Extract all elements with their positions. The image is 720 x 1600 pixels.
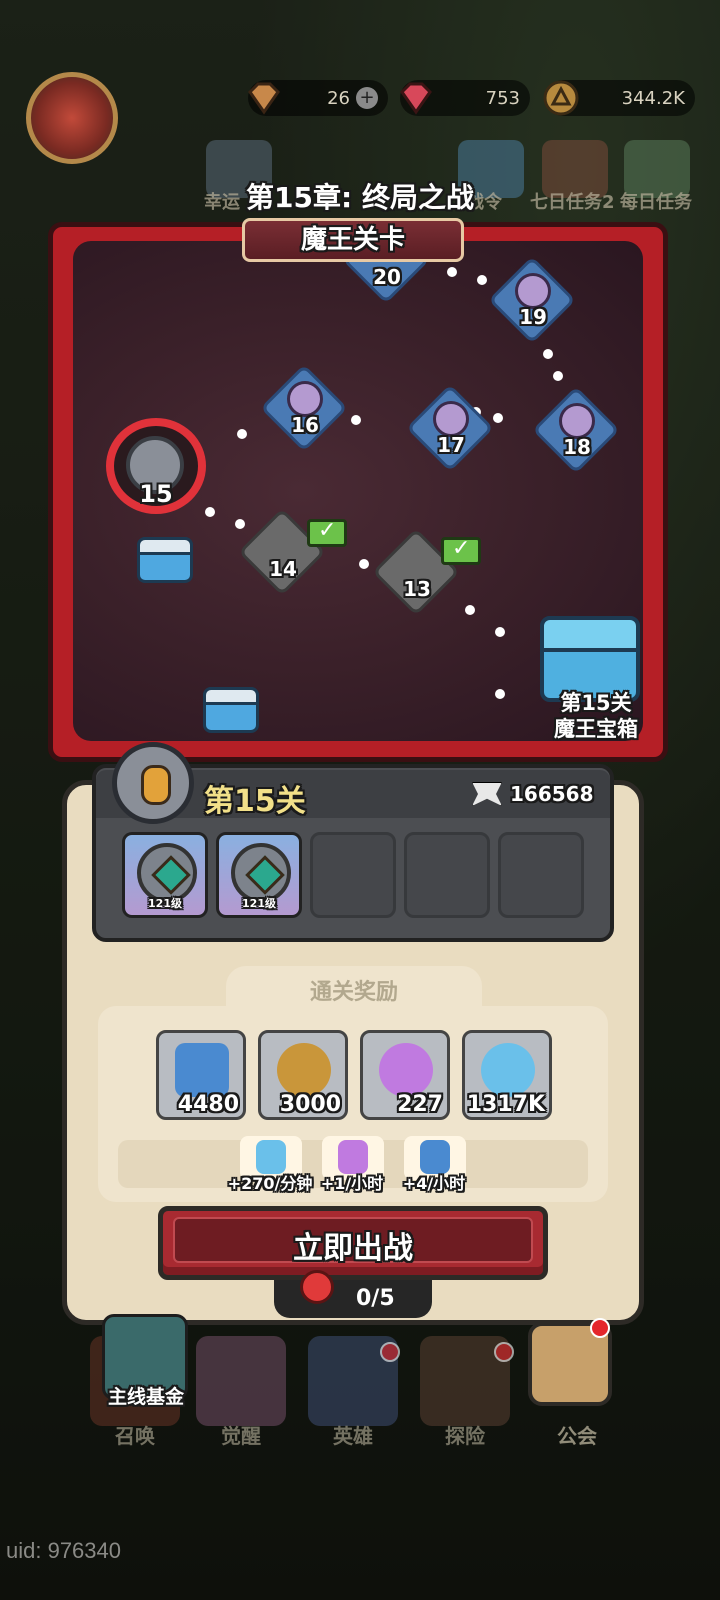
gem-icon	[248, 82, 280, 115]
start-battle-label: 立即出战	[293, 1231, 413, 1266]
reward-item-purple-potion[interactable]: 227	[360, 1030, 450, 1120]
path-dot	[447, 267, 457, 277]
boss-chest-name: 魔王宝箱	[554, 717, 638, 741]
cleared-flag-icon	[441, 536, 481, 565]
crystal-icon	[420, 1140, 450, 1174]
path-dot	[553, 371, 563, 381]
gear-enemy-icon	[137, 843, 197, 903]
coin-icon	[277, 1043, 331, 1097]
path-dot	[477, 275, 487, 285]
enemy-slot-empty	[404, 832, 490, 918]
demon-face-icon	[559, 403, 595, 439]
demon-face-icon	[515, 273, 551, 309]
reward-item-blue-potion[interactable]: 1317K	[462, 1030, 552, 1120]
nav-awaken[interactable]	[196, 1336, 286, 1426]
stage-node-17[interactable]: 17	[406, 384, 494, 472]
path-dot	[465, 605, 475, 615]
explore-notification-dot	[494, 1342, 514, 1362]
reward-item-coin[interactable]: 3000	[258, 1030, 348, 1120]
blue-potion-icon	[481, 1043, 535, 1097]
path-dot	[495, 627, 505, 637]
coin-counter: 344.2K	[543, 80, 695, 116]
boss-stage-banner: 魔王关卡	[242, 218, 464, 262]
apple-icon	[300, 1270, 334, 1304]
demon-face-icon	[433, 401, 469, 437]
stage-name: 第15关	[204, 784, 306, 819]
stage-chest-icon[interactable]	[137, 537, 193, 583]
gear-enemy-icon	[231, 843, 291, 903]
ruby-value: 753	[485, 87, 520, 109]
power-value: 166568	[510, 782, 594, 806]
guild-notification-dot	[590, 1318, 610, 1338]
stage-node-19[interactable]: 19	[488, 256, 576, 344]
ruby-icon	[400, 82, 432, 115]
path-dot	[543, 349, 553, 359]
start-battle-button[interactable]: 立即出战	[158, 1206, 548, 1280]
power-icon	[472, 782, 502, 806]
nav-summon-label: 召唤	[115, 1424, 155, 1448]
gem-counter: 26 +	[248, 80, 388, 116]
boss-chest-label: 第15关 魔王宝箱	[540, 690, 652, 742]
player-avatar[interactable]	[26, 72, 118, 164]
boss-chest-stage: 第15关	[560, 691, 632, 715]
coin-icon	[543, 80, 579, 116]
path-dot	[237, 429, 247, 439]
stamina-count: 0/5	[356, 1286, 395, 1311]
gem-value: 26	[327, 87, 350, 109]
user-id: uid: 976340	[6, 1538, 121, 1563]
main-fund-label: 主线基金	[107, 1386, 184, 1408]
rate-crystal-label: +4/小时	[402, 1174, 466, 1193]
purple-potion-icon	[338, 1140, 368, 1174]
claimed-chest-icon[interactable]	[203, 687, 259, 733]
nav-awaken-label: 觉醒	[221, 1424, 261, 1448]
path-dot	[495, 689, 505, 699]
enemy-power: 166568	[472, 782, 594, 806]
stage-node-15-current[interactable]: 15	[98, 414, 214, 518]
coin-value: 344.2K	[621, 87, 685, 109]
path-dot	[493, 413, 503, 423]
nav-heroes-label: 英雄	[333, 1424, 373, 1448]
purple-potion-icon	[379, 1043, 433, 1097]
add-gem-button[interactable]: +	[356, 87, 378, 109]
enemy-slot-empty	[498, 832, 584, 918]
stage-node-16[interactable]: 16	[260, 364, 348, 452]
blue-potion-icon	[256, 1140, 286, 1174]
chapter-title: 第15章: 终局之战	[246, 181, 474, 214]
nav-explore-label: 探险	[445, 1424, 485, 1448]
ruby-counter: 753	[400, 80, 530, 116]
stage-node-18[interactable]: 18	[532, 386, 620, 474]
nav-guild-label: 公会	[557, 1424, 597, 1448]
cleared-flag-icon	[307, 518, 347, 547]
demon-face-icon	[287, 381, 323, 417]
stage-emblem-icon	[112, 742, 194, 824]
reward-item-crystal[interactable]: 4480	[156, 1030, 246, 1120]
enemy-slot-1[interactable]: 121级	[122, 832, 208, 918]
enemy-slot-empty	[310, 832, 396, 918]
stamina-bar	[274, 1280, 432, 1318]
path-dot	[351, 415, 361, 425]
reward-title: 通关奖励	[309, 980, 398, 1005]
crystal-icon	[175, 1043, 229, 1097]
path-dot	[359, 559, 369, 569]
enemy-slot-2[interactable]: 121级	[216, 832, 302, 918]
heroes-notification-dot	[380, 1342, 400, 1362]
